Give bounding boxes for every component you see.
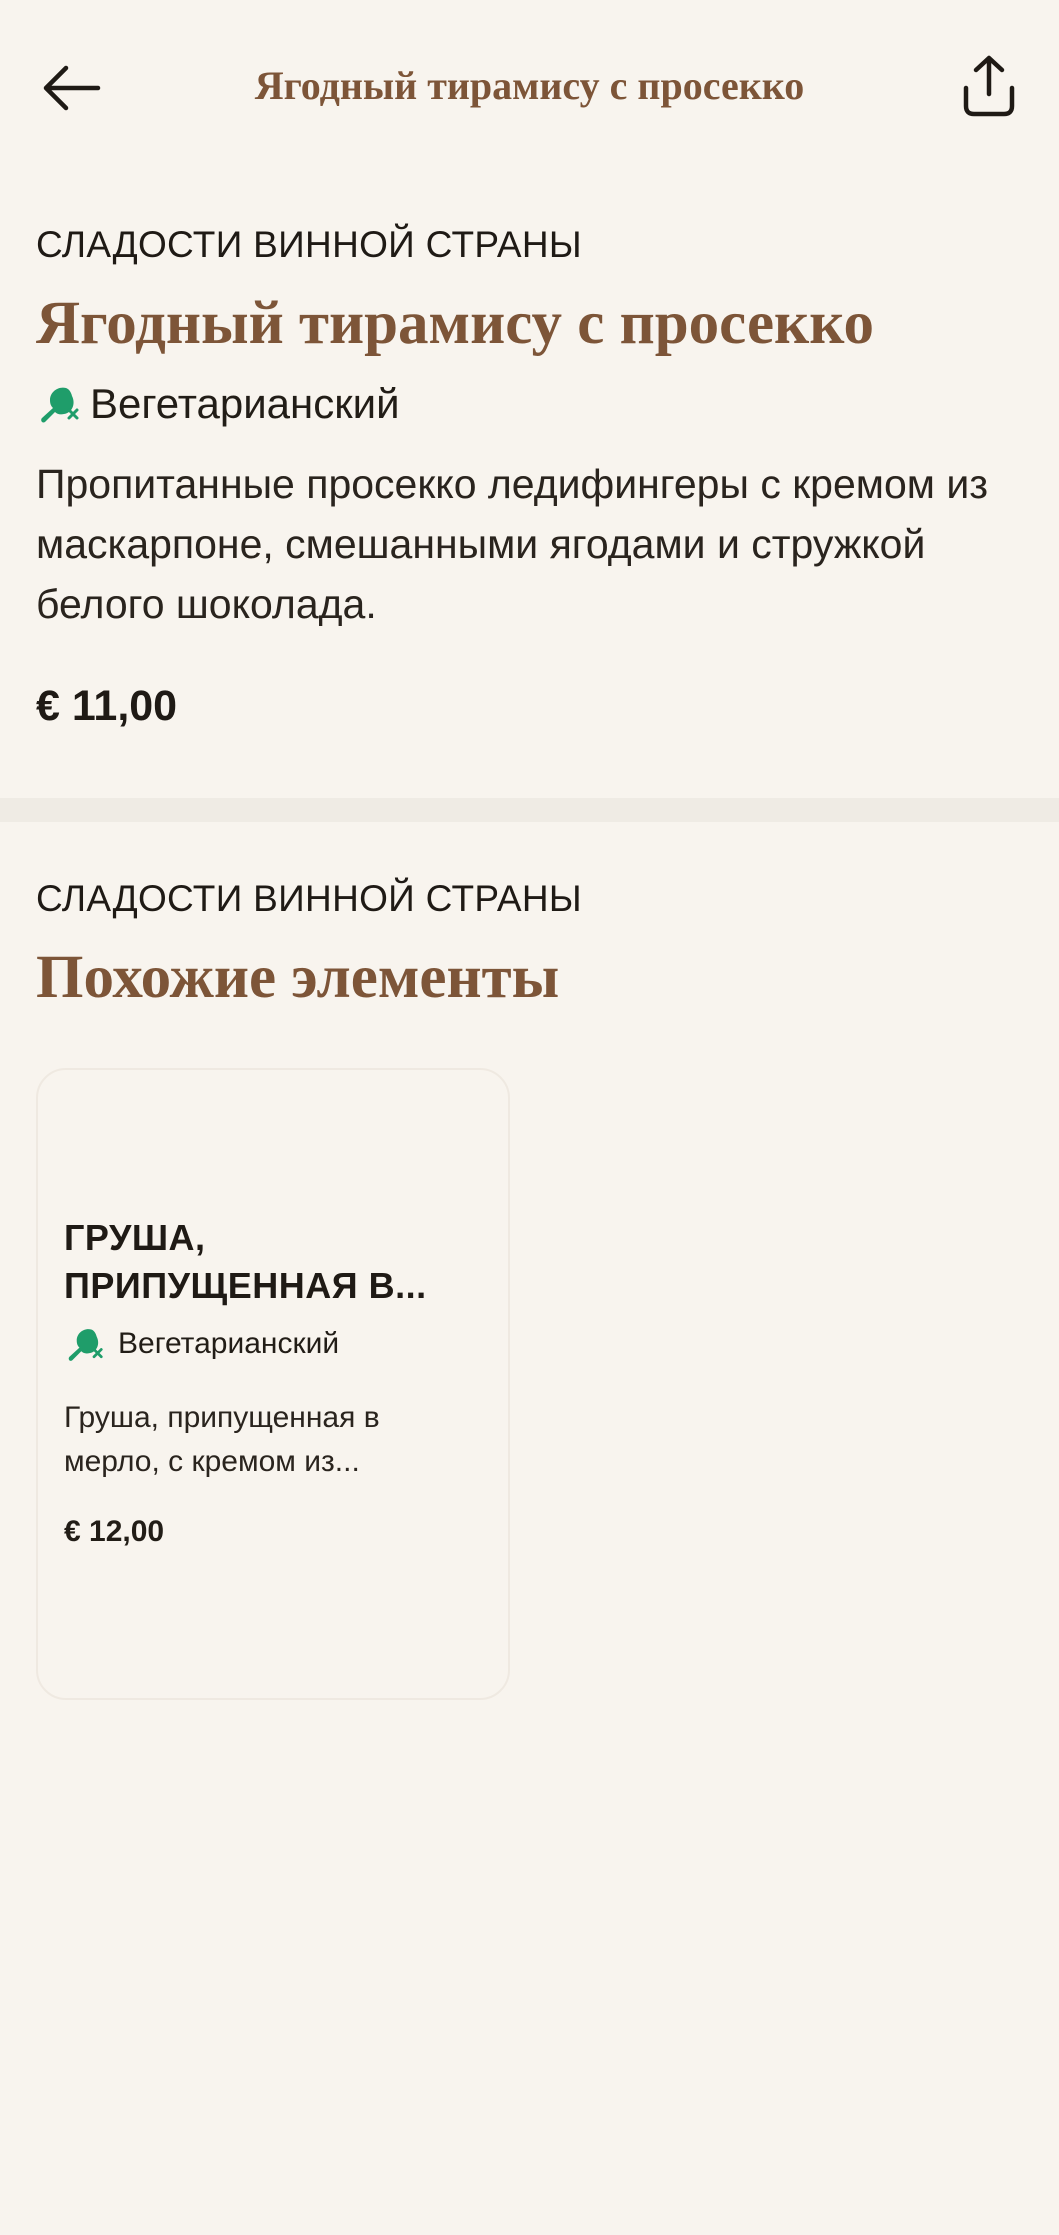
item-price: € 11,00 — [36, 682, 178, 730]
vegetarian-icon — [64, 1324, 104, 1364]
section-divider — [0, 798, 1059, 822]
item-category: СЛАДОСТИ ВИННОЙ СТРАНЫ — [36, 224, 582, 265]
share-button[interactable] — [953, 46, 1025, 126]
card-description: Груша, припущенная в мерло, с кремом из.… — [64, 1401, 380, 1478]
item-detail: СЛАДОСТИ ВИННОЙ СТРАНЫ Ягодный тирамису … — [36, 218, 1023, 736]
back-button[interactable] — [36, 52, 108, 124]
card-diet-label: Вегетарианский — [118, 1327, 340, 1360]
header-title: Ягодный тирамису с просекко — [254, 63, 805, 108]
arrow-left-icon — [43, 65, 101, 111]
diet-label: Вегетарианский — [90, 380, 400, 427]
share-icon — [963, 55, 1015, 117]
similar-category: СЛАДОСТИ ВИННОЙ СТРАНЫ — [36, 878, 582, 919]
similar-section: СЛАДОСТИ ВИННОЙ СТРАНЫ Похожие элементы — [36, 872, 1023, 1018]
card-diet-tag: Вегетарианский — [64, 1322, 482, 1366]
top-bar: Ягодный тирамису с просекко — [0, 0, 1059, 170]
similar-title: Похожие элементы — [36, 944, 560, 1011]
item-title: Ягодный тирамису с просекко — [36, 290, 875, 357]
item-description: Пропитанные просекко ледифингеры с кремо… — [36, 461, 989, 627]
card-price: € 12,00 — [64, 1515, 165, 1548]
vegetarian-icon — [36, 382, 80, 426]
card-name: ГРУША, ПРИПУЩЕННАЯ В... — [64, 1217, 427, 1306]
diet-tag: Вегетарианский — [36, 374, 1023, 434]
similar-item-card[interactable]: ГРУША, ПРИПУЩЕННАЯ В... Вегетарианский Г… — [36, 1068, 510, 1700]
